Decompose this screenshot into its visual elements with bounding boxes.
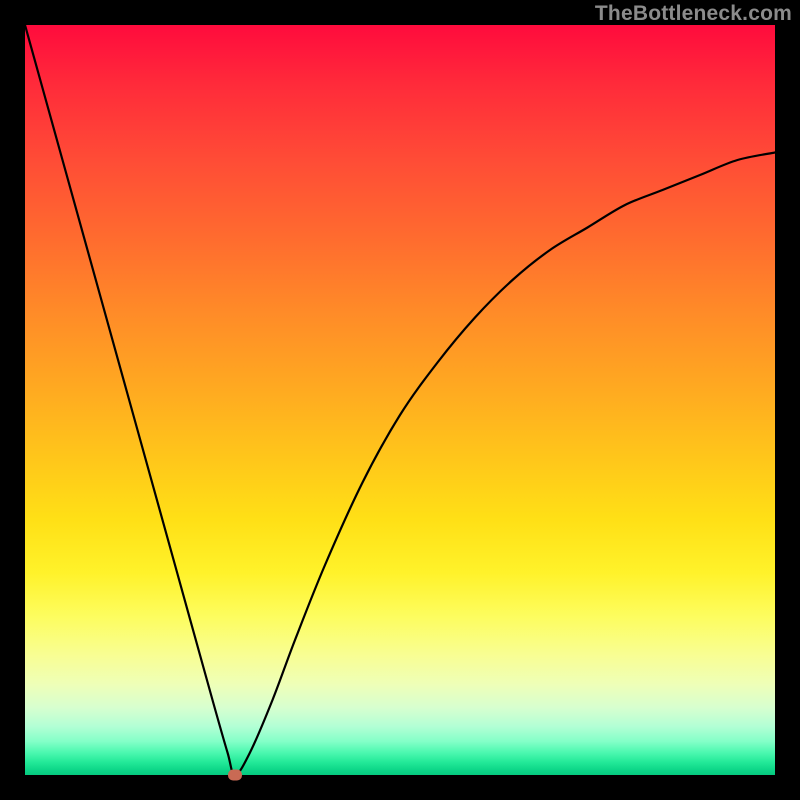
bottleneck-curve bbox=[25, 25, 775, 775]
chart-frame: TheBottleneck.com bbox=[0, 0, 800, 800]
minimum-marker bbox=[228, 770, 242, 781]
curve-svg bbox=[25, 25, 775, 775]
plot-area bbox=[25, 25, 775, 775]
watermark-text: TheBottleneck.com bbox=[595, 2, 792, 26]
